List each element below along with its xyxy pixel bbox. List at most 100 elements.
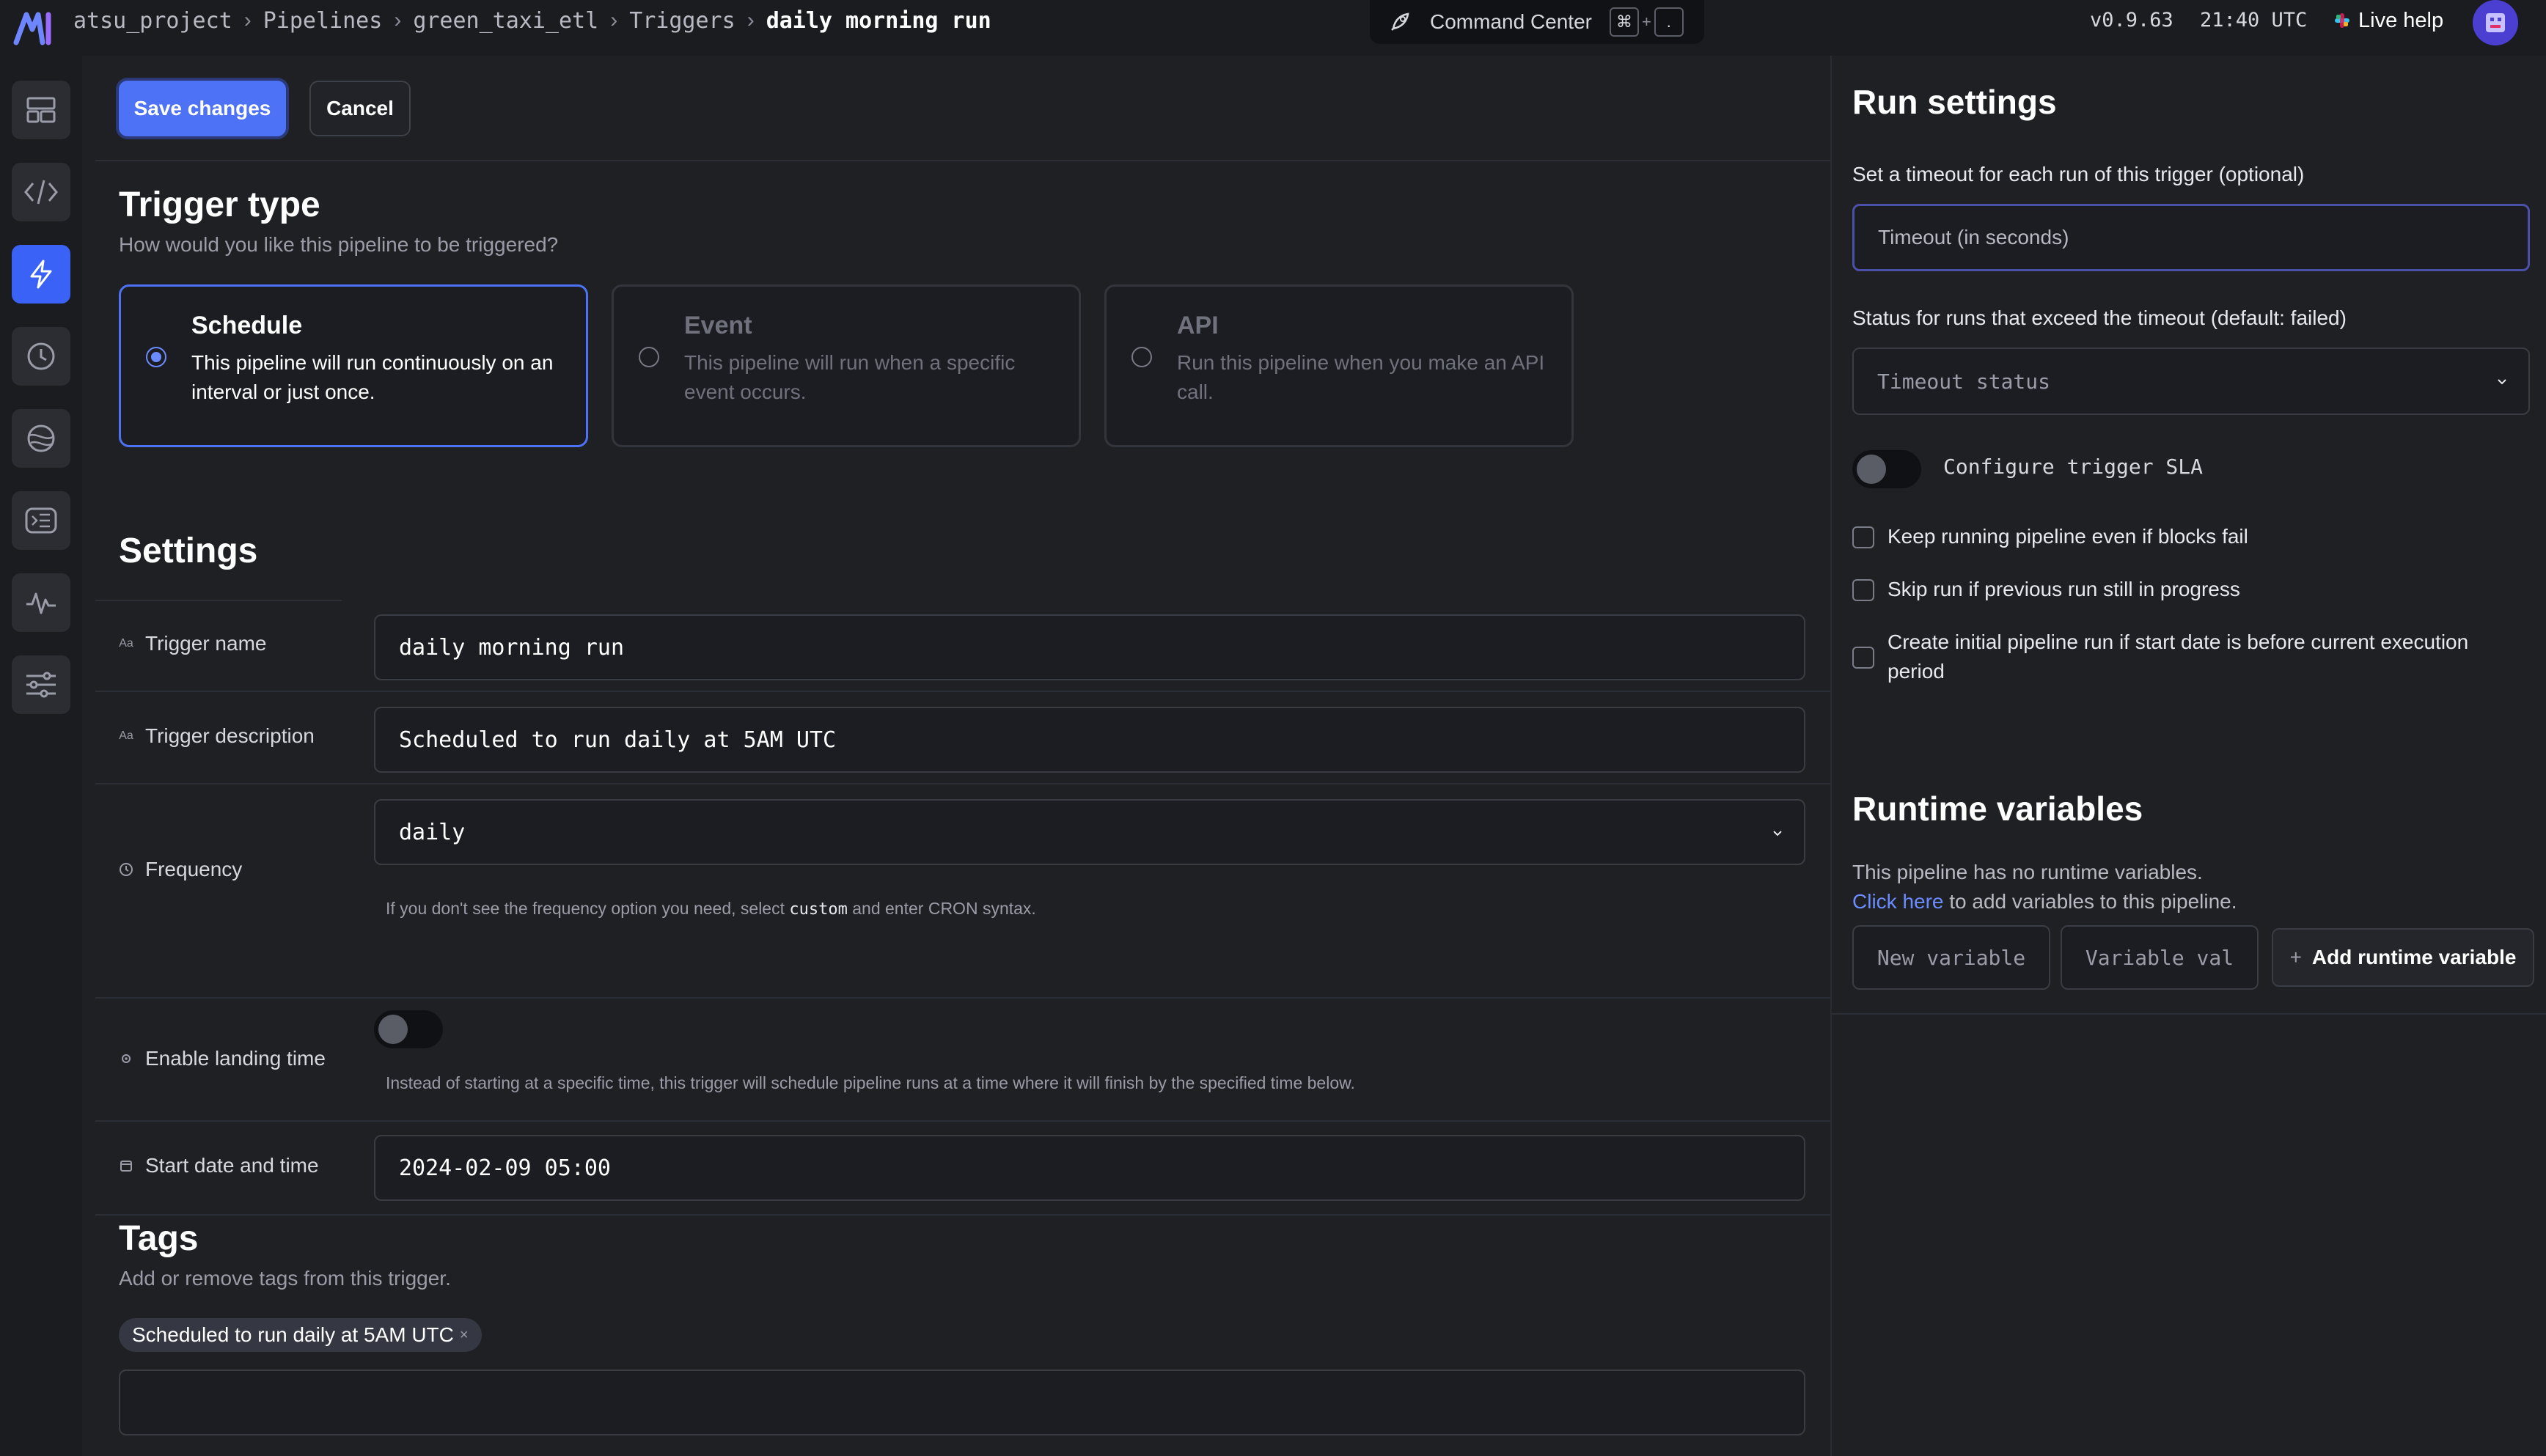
- landing-time-hint: Instead of starting at a specific time, …: [386, 1073, 1355, 1092]
- cancel-button[interactable]: Cancel: [309, 81, 411, 136]
- trigger-type-event-card[interactable]: Event This pipeline will run when a spec…: [612, 284, 1081, 447]
- trigger-type-subtitle: How would you like this pipeline to be t…: [119, 233, 559, 256]
- keep-running-label: Keep running pipeline even if blocks fai…: [1888, 525, 2248, 548]
- trigger-type-title: Trigger type: [119, 185, 320, 224]
- runtime-variables-empty-text: This pipeline has no runtime variables.: [1852, 861, 2203, 883]
- add-runtime-variable-button[interactable]: + Add runtime variable: [2272, 928, 2534, 987]
- mage-logo-icon[interactable]: [13, 7, 54, 48]
- live-help-label: Live help: [2358, 8, 2444, 32]
- trigger-sla-label: Configure trigger SLA: [1943, 455, 2204, 479]
- trigger-type-schedule-card[interactable]: Schedule This pipeline will run continuo…: [119, 284, 588, 447]
- chevron-right-icon: ›: [394, 8, 402, 32]
- breadcrumb-project[interactable]: atsu_project: [73, 8, 232, 34]
- timeout-status-select[interactable]: Timeout status: [1852, 348, 2530, 415]
- text-type-icon: Aa: [119, 637, 133, 650]
- trigger-type-api-card[interactable]: API Run this pipeline when you make an A…: [1104, 284, 1574, 447]
- add-variables-suffix: to add variables to this pipeline.: [1943, 890, 2237, 913]
- period-key: .: [1654, 7, 1684, 37]
- event-radio[interactable]: [639, 347, 659, 367]
- close-icon[interactable]: ×: [460, 1327, 469, 1344]
- landing-icon: [117, 1052, 135, 1065]
- settings-title: Settings: [119, 532, 258, 570]
- frequency-select[interactable]: daily: [374, 799, 1805, 865]
- start-date-input[interactable]: 2024-02-09 05:00: [374, 1135, 1805, 1201]
- chevron-down-icon: [2498, 379, 2506, 385]
- landing-time-label-text: Enable landing time: [145, 1047, 326, 1070]
- trigger-sla-toggle[interactable]: [1852, 450, 1921, 488]
- schedule-title: Schedule: [191, 312, 303, 339]
- command-key: ⌘: [1609, 7, 1639, 37]
- create-initial-run-label: Create initial pipeline run if start dat…: [1888, 630, 2469, 683]
- tag-chip[interactable]: Scheduled to run daily at 5AM UTC ×: [119, 1318, 482, 1352]
- skip-run-label: Skip run if previous run still in progre…: [1888, 578, 2240, 600]
- plus-icon: +: [2289, 946, 2302, 968]
- frequency-hint-code: custom: [789, 900, 848, 919]
- timeout-status-label: Status for runs that exceed the timeout …: [1852, 306, 2347, 329]
- tag-chip-label: Scheduled to run daily at 5AM UTC: [132, 1323, 454, 1346]
- left-nav: [0, 56, 82, 1456]
- clock-icon[interactable]: [12, 327, 70, 386]
- frequency-hint-after: and enter CRON syntax.: [852, 899, 1036, 918]
- command-center-button[interactable]: Command Center ⌘ + .: [1370, 0, 1704, 44]
- frequency-label: Frequency: [117, 858, 242, 881]
- tag-input[interactable]: [119, 1369, 1805, 1435]
- start-date-label-text: Start date and time: [145, 1154, 319, 1177]
- text-type-icon: Aa: [119, 729, 133, 742]
- landing-time-label: Enable landing time: [117, 1047, 326, 1070]
- trigger-name-input[interactable]: daily morning run: [374, 614, 1805, 680]
- slack-icon: [2335, 13, 2349, 28]
- landing-time-row: Enable landing time Instead of starting …: [95, 997, 1830, 1122]
- create-initial-run-checkbox[interactable]: [1852, 647, 1874, 669]
- chevron-right-icon: ›: [243, 8, 252, 32]
- trigger-description-label-text: Trigger description: [145, 724, 315, 747]
- frequency-row: Frequency daily If you don't see the fre…: [95, 783, 1830, 999]
- save-changes-button[interactable]: Save changes: [119, 81, 286, 136]
- terminal-icon[interactable]: [12, 491, 70, 550]
- variable-value-input[interactable]: Variable val: [2061, 925, 2259, 990]
- runtime-variables-divider: [1832, 1013, 2546, 1015]
- schedule-radio[interactable]: [146, 347, 166, 367]
- trigger-description-input[interactable]: Scheduled to run daily at 5AM UTC: [374, 707, 1805, 773]
- breadcrumb-current: daily morning run: [766, 7, 991, 34]
- trigger-bolt-icon[interactable]: [12, 245, 70, 304]
- activity-icon[interactable]: [12, 573, 70, 632]
- settings-sliders-icon[interactable]: [12, 655, 70, 714]
- tags-title: Tags: [119, 1219, 199, 1258]
- timeout-input[interactable]: Timeout (in seconds): [1852, 204, 2530, 271]
- command-center-label: Command Center: [1430, 10, 1592, 33]
- action-bar: Save changes Cancel: [95, 56, 1830, 161]
- timeout-label: Set a timeout for each run of this trigg…: [1852, 163, 2305, 185]
- chevron-down-icon: [1773, 831, 1782, 837]
- event-title: Event: [684, 312, 752, 339]
- schedule-description: This pipeline will run continuously on a…: [191, 351, 554, 403]
- trigger-name-label: Aa Trigger name: [117, 632, 266, 655]
- breadcrumb-pipeline[interactable]: green_taxi_etl: [413, 8, 598, 34]
- dashboard-icon[interactable]: [12, 81, 70, 139]
- api-title: API: [1177, 312, 1219, 339]
- landing-time-toggle[interactable]: [374, 1010, 443, 1048]
- skip-run-checkbox[interactable]: [1852, 579, 1874, 601]
- add-variables-link[interactable]: Click here: [1852, 890, 1943, 913]
- frequency-value: daily: [399, 819, 466, 845]
- trigger-description-label: Aa Trigger description: [117, 724, 315, 748]
- trigger-name-label-text: Trigger name: [145, 632, 267, 655]
- breadcrumb: atsu_project › Pipelines › green_taxi_et…: [73, 0, 991, 41]
- avatar[interactable]: [2473, 0, 2518, 45]
- breadcrumb-pipelines[interactable]: Pipelines: [263, 8, 383, 34]
- data-globe-icon[interactable]: [12, 409, 70, 468]
- breadcrumb-triggers[interactable]: Triggers: [629, 8, 735, 34]
- code-icon[interactable]: [12, 163, 70, 221]
- api-description: Run this pipeline when you make an API c…: [1177, 351, 1545, 403]
- trigger-edit-main: Save changes Cancel Trigger type How wou…: [95, 56, 1830, 1456]
- clock-label: 21:40 UTC: [2200, 9, 2308, 32]
- frequency-label-text: Frequency: [145, 858, 243, 880]
- live-help-button[interactable]: Live help: [2332, 0, 2443, 41]
- settings-bottom-divider: [95, 1214, 1830, 1216]
- keep-running-checkbox[interactable]: [1852, 526, 1874, 548]
- new-variable-input[interactable]: New variable: [1852, 925, 2050, 990]
- run-settings-panel: Run settings Set a timeout for each run …: [1830, 56, 2546, 1456]
- calendar-icon: [117, 1159, 135, 1172]
- api-radio[interactable]: [1131, 347, 1152, 367]
- add-runtime-variable-label: Add runtime variable: [2311, 946, 2517, 968]
- start-date-row: Start date and time 2024-02-09 05:00: [95, 1120, 1830, 1216]
